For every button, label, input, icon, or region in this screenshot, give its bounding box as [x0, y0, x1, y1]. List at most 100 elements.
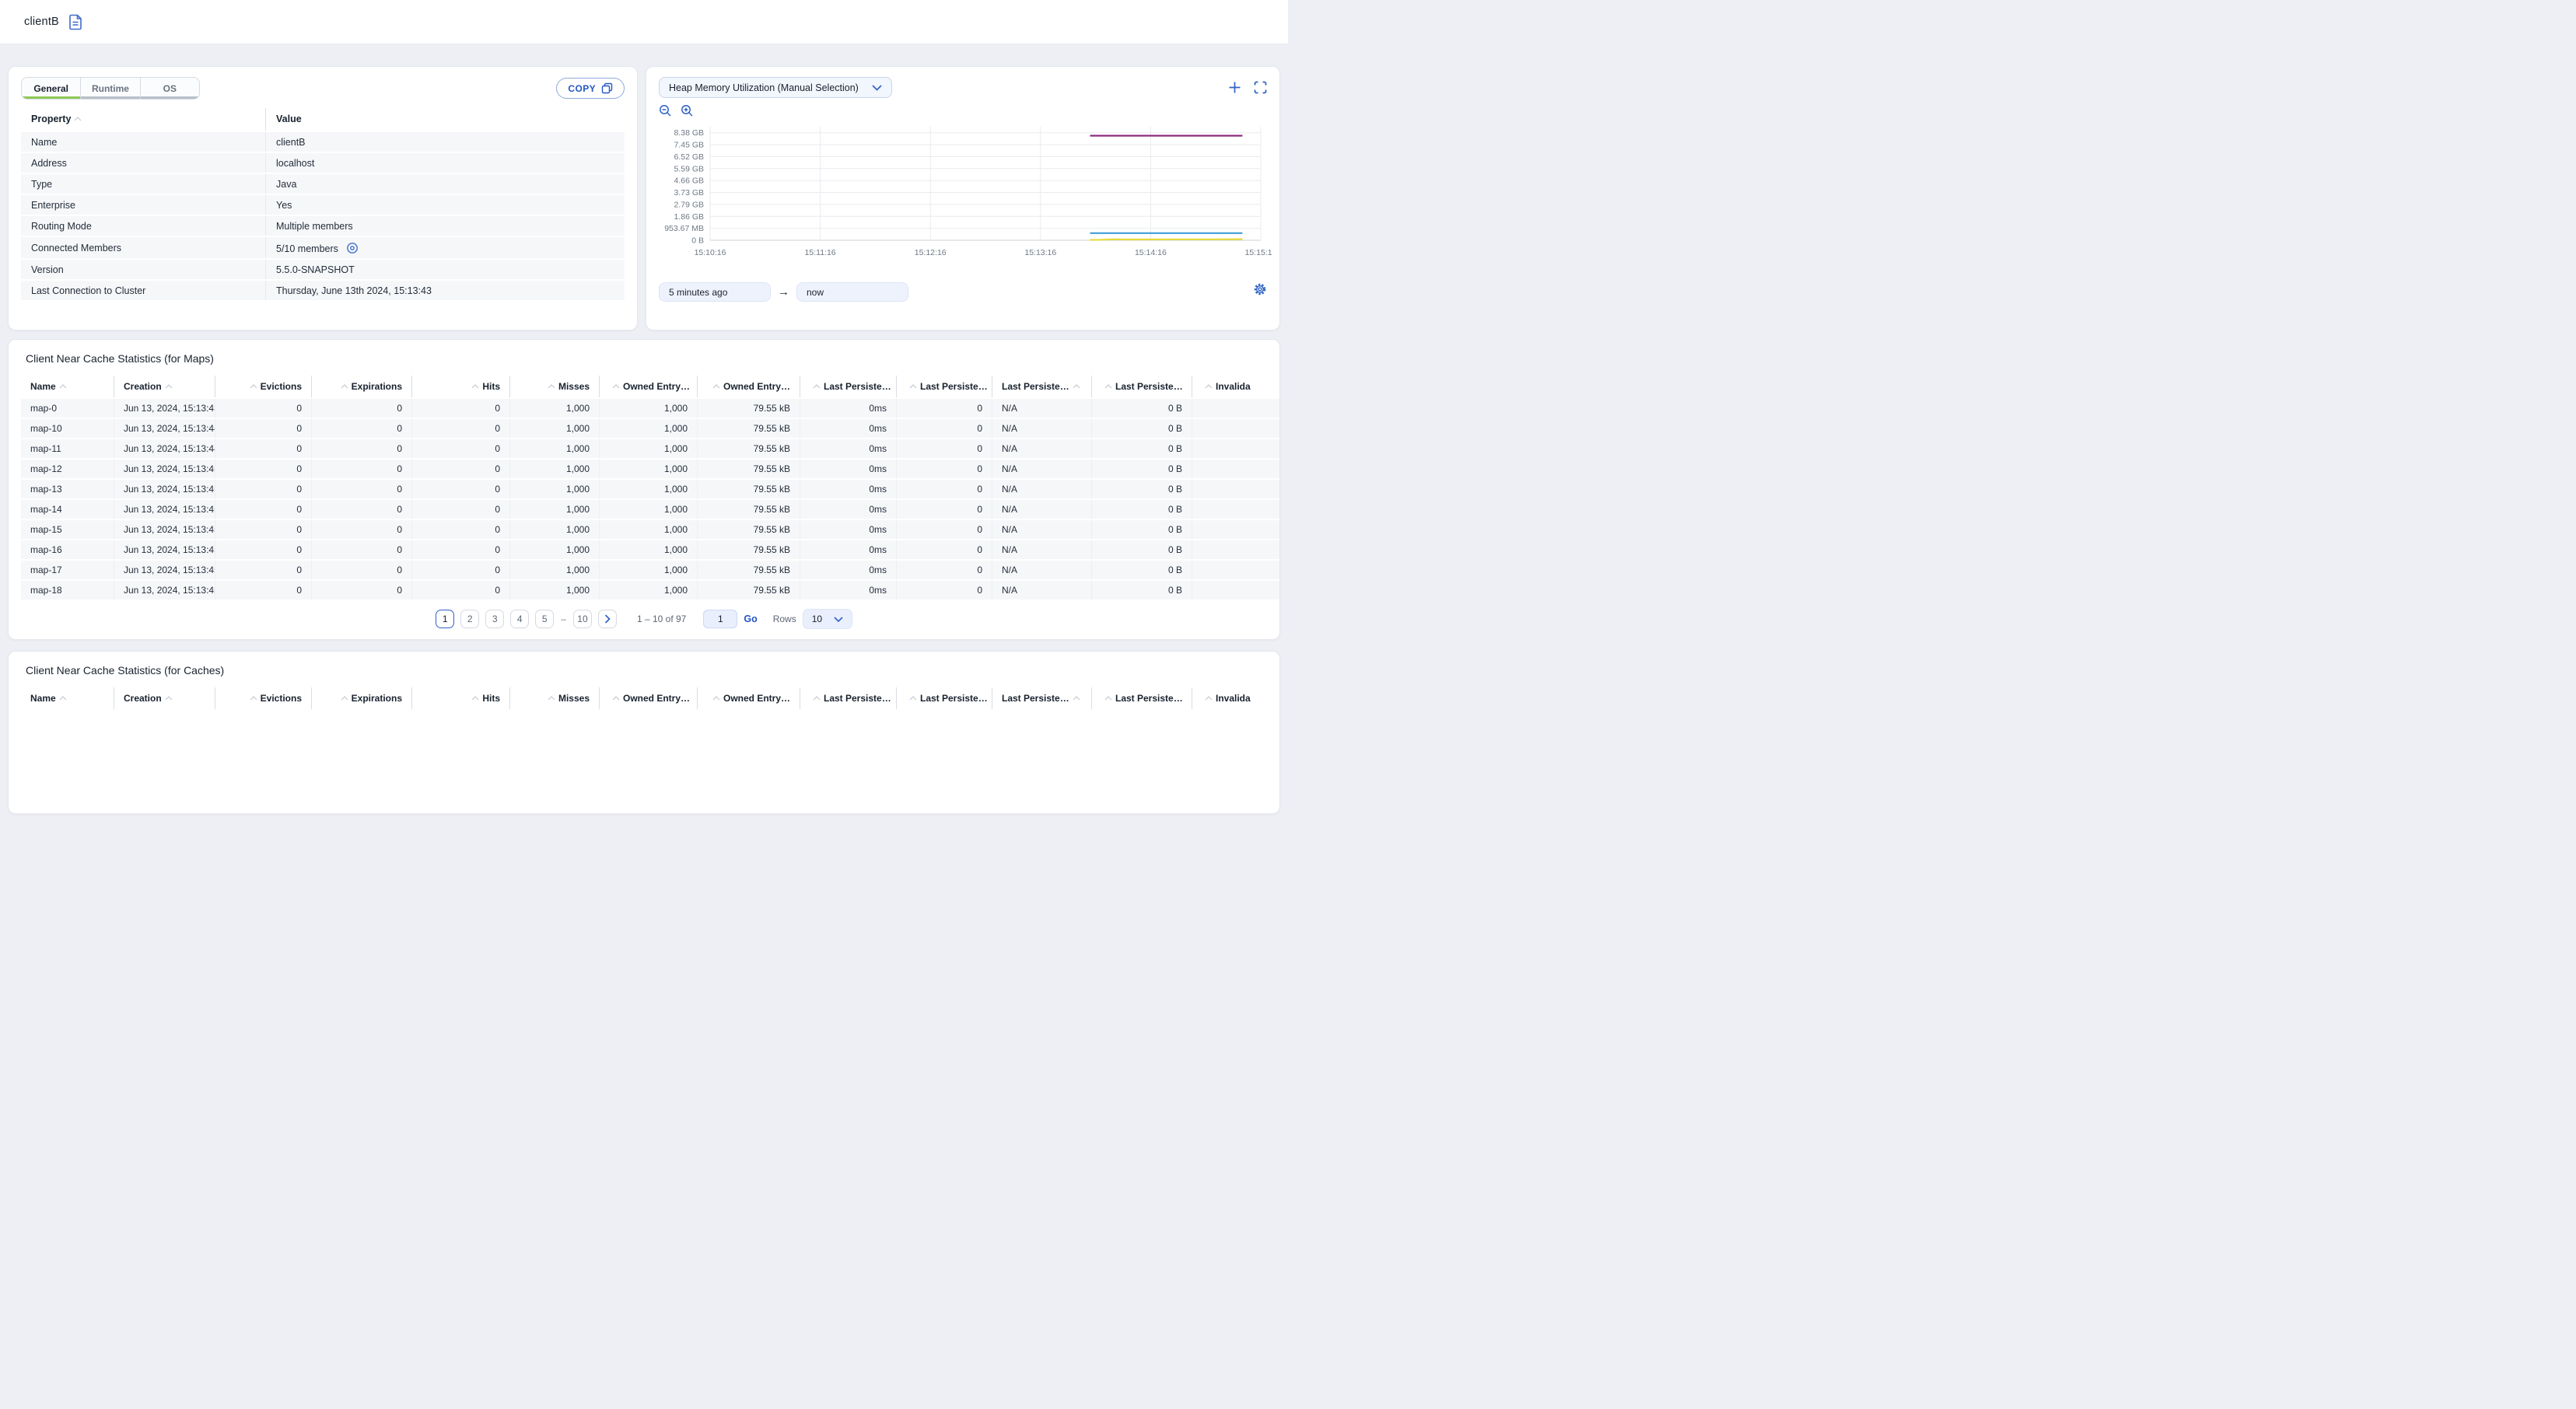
svg-text:6.52 GB: 6.52 GB — [674, 152, 704, 162]
next-page-button[interactable] — [597, 610, 617, 628]
column-header-name[interactable]: Name — [21, 376, 114, 397]
table-row: map-13 Jun 13, 2024, 15:13:45 0 0 0 1,000 1,00… — [21, 480, 1279, 498]
rows-per-page-select[interactable]: 10 — [802, 609, 852, 629]
cell-value: map-16 — [30, 544, 62, 555]
table-cell: 0 — [897, 540, 992, 559]
column-header-expirations[interactable]: Expirations — [312, 376, 412, 397]
column-header-owned-entry[interactable]: Owned Entry… — [600, 376, 698, 397]
table-cell: 0 — [412, 480, 510, 498]
time-to-input[interactable]: now — [796, 282, 908, 302]
column-header-creation[interactable]: Creation — [114, 376, 215, 397]
table-cell: map-18 — [21, 581, 114, 600]
page-button-5[interactable]: 5 — [535, 610, 555, 628]
table-cell: 0 — [897, 561, 992, 579]
fullscreen-icon[interactable] — [1254, 81, 1267, 94]
column-header-last-persiste[interactable]: Last Persiste… — [1092, 687, 1192, 709]
table-cell: 1,000 — [510, 439, 600, 458]
column-label: Property — [31, 114, 72, 124]
cell-value: 0ms — [869, 544, 887, 555]
table-cell — [1192, 581, 1279, 600]
sort-caret-icon — [1205, 384, 1213, 389]
table-cell: N/A — [992, 520, 1092, 539]
table-cell: 0 — [412, 419, 510, 438]
property-value-cell: clientB — [266, 132, 625, 152]
table-row: map-11 Jun 13, 2024, 15:13:44 0 0 0 1,000 1,00… — [21, 439, 1279, 458]
sort-caret-icon — [250, 384, 257, 389]
sort-caret-icon — [1073, 696, 1080, 701]
table-cell: map-12 — [21, 460, 114, 478]
svg-text:15:14:16: 15:14:16 — [1135, 248, 1167, 257]
column-label: Last Persiste… — [824, 693, 891, 704]
page-button-1[interactable]: 1 — [436, 610, 455, 628]
heap-memory-chart[interactable]: 0 B 953.67 MB 1.86 GB 2.79 GB 3.73 GB 4.66 GB… — [649, 119, 1277, 275]
arrow-right-icon: → — [778, 285, 789, 299]
column-header-name[interactable]: Name — [21, 687, 114, 709]
column-header-misses[interactable]: Misses — [510, 376, 600, 397]
column-header-owned-entry[interactable]: Owned Entry… — [698, 687, 800, 709]
table-row: map-17 Jun 13, 2024, 15:13:45 0 0 0 1,000 1,00… — [21, 561, 1279, 579]
cell-value: 0 — [977, 585, 982, 596]
time-from-input[interactable]: 5 minutes ago — [659, 282, 771, 302]
maps-stats-table: Name Creation Evictions Expirations Hits Miss… — [21, 374, 1279, 601]
column-header-misses[interactable]: Misses — [510, 687, 600, 709]
table-cell: map-10 — [21, 419, 114, 438]
sort-caret-icon — [813, 696, 821, 701]
property-name: Connected Members — [31, 242, 122, 253]
go-button[interactable]: Go — [744, 614, 757, 624]
column-header-owned-entry[interactable]: Owned Entry… — [698, 376, 800, 397]
property-name: Version — [31, 264, 64, 275]
tab-os[interactable]: OS — [139, 78, 199, 99]
column-header-last-persiste[interactable]: Last Persiste… — [992, 687, 1092, 709]
svg-text:15:12:16: 15:12:16 — [915, 248, 947, 257]
metric-selector[interactable]: Heap Memory Utilization (Manual Selectio… — [659, 77, 892, 98]
column-header-last-persiste[interactable]: Last Persiste… — [897, 376, 992, 397]
column-header-invalida[interactable]: Invalida — [1192, 376, 1279, 397]
column-header-last-persiste[interactable]: Last Persiste… — [800, 376, 897, 397]
column-header-last-persiste[interactable]: Last Persiste… — [1092, 376, 1192, 397]
column-header-last-persiste[interactable]: Last Persiste… — [800, 687, 897, 709]
page-button-4[interactable]: 4 — [510, 610, 530, 628]
tab-general[interactable]: General — [22, 78, 81, 99]
property-value-cell: 5.5.0-SNAPSHOT — [266, 260, 625, 279]
table-cell: 0 — [215, 561, 312, 579]
cell-value: 0 — [397, 544, 402, 555]
table-cell: 79.55 kB — [698, 419, 800, 438]
page-button-2[interactable]: 2 — [460, 610, 480, 628]
table-cell: N/A — [992, 540, 1092, 559]
zoom-in-icon[interactable] — [681, 104, 694, 117]
column-header-evictions[interactable]: Evictions — [215, 376, 312, 397]
add-chart-icon[interactable] — [1228, 81, 1241, 94]
column-header-hits[interactable]: Hits — [412, 687, 510, 709]
cell-value: 0 — [397, 504, 402, 515]
cell-value: 1,000 — [663, 504, 688, 515]
column-header-value[interactable]: Value — [266, 108, 625, 131]
rows-per-page-value: 10 — [811, 614, 823, 624]
column-header-creation[interactable]: Creation — [114, 687, 215, 709]
column-header-evictions[interactable]: Evictions — [215, 687, 312, 709]
cell-value: 0 — [296, 403, 302, 414]
gear-icon[interactable] — [1253, 282, 1267, 296]
column-header-expirations[interactable]: Expirations — [312, 687, 412, 709]
property-row: Type Java — [21, 174, 625, 194]
column-header-hits[interactable]: Hits — [412, 376, 510, 397]
table-cell — [1192, 460, 1279, 478]
table-cell: 0ms — [800, 480, 897, 498]
sort-caret-icon — [471, 384, 479, 389]
page-button-last[interactable]: 10 — [572, 610, 592, 628]
table-cell — [1192, 480, 1279, 498]
column-header-property[interactable]: Property — [21, 108, 266, 131]
goto-page-input[interactable] — [703, 610, 738, 628]
zoom-out-icon[interactable] — [659, 104, 672, 117]
tab-runtime[interactable]: Runtime — [80, 78, 140, 99]
cell-value: map-12 — [30, 463, 62, 474]
column-header-owned-entry[interactable]: Owned Entry… — [600, 687, 698, 709]
column-header-last-persiste[interactable]: Last Persiste… — [897, 687, 992, 709]
column-header-last-persiste[interactable]: Last Persiste… — [992, 376, 1092, 397]
page-button-3[interactable]: 3 — [485, 610, 505, 628]
view-members-icon[interactable] — [346, 242, 359, 254]
cell-value: 79.55 kB — [753, 504, 790, 515]
column-header-invalida[interactable]: Invalida — [1192, 687, 1279, 709]
series-yellow-line — [1090, 238, 1243, 241]
copy-button[interactable]: COPY — [556, 78, 625, 99]
property-row: Routing Mode Multiple members — [21, 216, 625, 236]
